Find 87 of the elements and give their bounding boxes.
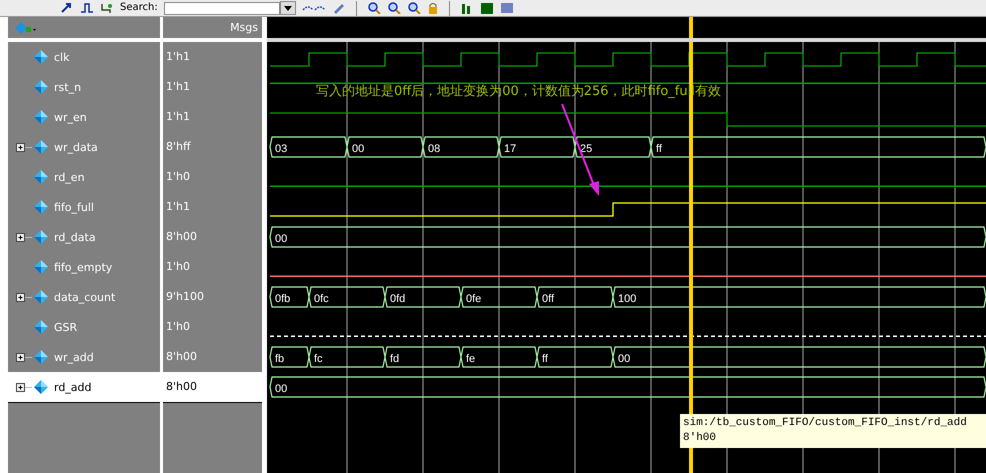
signal-name: rst_n [54, 80, 82, 94]
signal-value: 8'h00 [163, 222, 262, 252]
bus-value-segment: 0ff [536, 286, 614, 308]
signal-name-cell[interactable]: GSR [8, 312, 160, 342]
signal-icon [33, 79, 49, 95]
messages-header: Msgs [163, 17, 262, 38]
signal-icon [33, 229, 49, 245]
expand-icon[interactable] [16, 142, 32, 152]
bus-value-segment: fe [460, 346, 538, 368]
signal-value: 1'h0 [163, 252, 262, 282]
bus-value-segment: 08 [422, 136, 500, 158]
signal-name-cell[interactable]: rst_n [8, 72, 160, 102]
signal-name: wr_en [54, 110, 87, 124]
pattern-icon[interactable] [500, 2, 514, 14]
signal-icon [33, 349, 49, 365]
signal-value: 1'h0 [163, 312, 262, 342]
pencil-icon[interactable] [332, 2, 346, 14]
signal-icon [33, 379, 49, 395]
step-icon[interactable] [100, 2, 114, 14]
search-field[interactable] [164, 2, 280, 14]
signal-name: clk [54, 50, 70, 64]
bus-value-segment: 17 [498, 136, 576, 158]
signal-name: rd_add [54, 380, 92, 394]
zoom-in-icon[interactable] [366, 2, 381, 14]
signal-name: GSR [54, 320, 78, 334]
wave-edit-icon[interactable] [80, 2, 94, 14]
bus-value-segment: 100 [612, 286, 986, 308]
bus-value-segment: ff [536, 346, 614, 368]
signal-name: data_count [54, 290, 116, 304]
signal-icon [33, 289, 49, 305]
signal-name-cell[interactable]: wr_data [8, 132, 160, 162]
signal-value: 8'hff [163, 132, 262, 162]
signal-name-cell[interactable]: rd_data [8, 222, 160, 252]
bus-value-segment: ff [650, 136, 986, 158]
dropdown-caret-icon[interactable] [280, 1, 296, 15]
bus-value-segment: fc [308, 346, 386, 368]
tooltip-path: sim:/tb_custom_FIFO/custom_FIFO_inst/rd_add [683, 416, 968, 431]
signal-icon [33, 109, 49, 125]
bus-value-segment: 0fd [384, 286, 462, 308]
bus-value-segment: 0fb [269, 286, 310, 308]
signal-name: fifo_full [54, 200, 94, 214]
signal-name: wr_add [54, 350, 94, 364]
expand-icon[interactable] [16, 232, 32, 242]
signal-name: rd_data [54, 230, 96, 244]
bus-value-segment: 00 [346, 136, 424, 158]
signal-icon [33, 319, 49, 335]
signal-name-cell[interactable]: fifo_full [8, 192, 160, 222]
signal-value: 1'h1 [163, 102, 262, 132]
signal-value: 1'h1 [163, 72, 262, 102]
signal-name: fifo_empty [54, 260, 112, 274]
bus-value-segment: 0fc [308, 286, 386, 308]
signal-name: wr_data [54, 140, 98, 154]
signal-icon [33, 169, 49, 185]
signal-value: 9'h100 [163, 282, 262, 312]
bus-value-segment: 03 [269, 136, 348, 158]
tooltip-value: 8'h00 [683, 431, 718, 446]
signal-name-cell[interactable]: wr_add [8, 342, 160, 372]
signal-icon [33, 139, 49, 155]
signal-icon [33, 49, 49, 65]
expand-icon[interactable] [16, 382, 32, 392]
cursor-tool-icon[interactable] [60, 2, 74, 14]
signal-icon [33, 199, 49, 215]
bar-chart-icon[interactable] [480, 2, 494, 14]
signal-name-cell[interactable]: data_count [8, 282, 160, 312]
bus-value-segment: 00 [269, 376, 986, 398]
signal-name-cell[interactable]: clk [8, 42, 160, 72]
bus-value-segment: fd [384, 346, 462, 368]
bus-value-segment: 25 [574, 136, 652, 158]
lock-icon[interactable] [426, 2, 439, 14]
signal-value: 1'h1 [163, 42, 262, 72]
signal-name: rd_en [54, 170, 85, 184]
bus-value-segment: 00 [269, 226, 986, 248]
expand-icon[interactable] [16, 292, 32, 302]
search-label: Search: [120, 2, 158, 14]
bus-value-segment: 00 [612, 346, 986, 368]
signal-name-cell[interactable]: rd_en [8, 162, 160, 192]
signal-value: 1'h1 [163, 192, 262, 222]
bus-value-segment: 0fe [460, 286, 538, 308]
signal-name-cell[interactable]: wr_en [8, 102, 160, 132]
zoom-out-icon[interactable] [386, 2, 401, 14]
zoom-full-icon[interactable] [406, 2, 421, 14]
signal-value: 1'h0 [163, 162, 262, 192]
signal-value: 8'h00 [163, 342, 262, 372]
signal-icon [33, 259, 49, 275]
expand-icon[interactable] [16, 352, 32, 362]
bus-value-segment: fb [269, 346, 310, 368]
signal-name-cell[interactable]: fifo_empty [8, 252, 160, 282]
